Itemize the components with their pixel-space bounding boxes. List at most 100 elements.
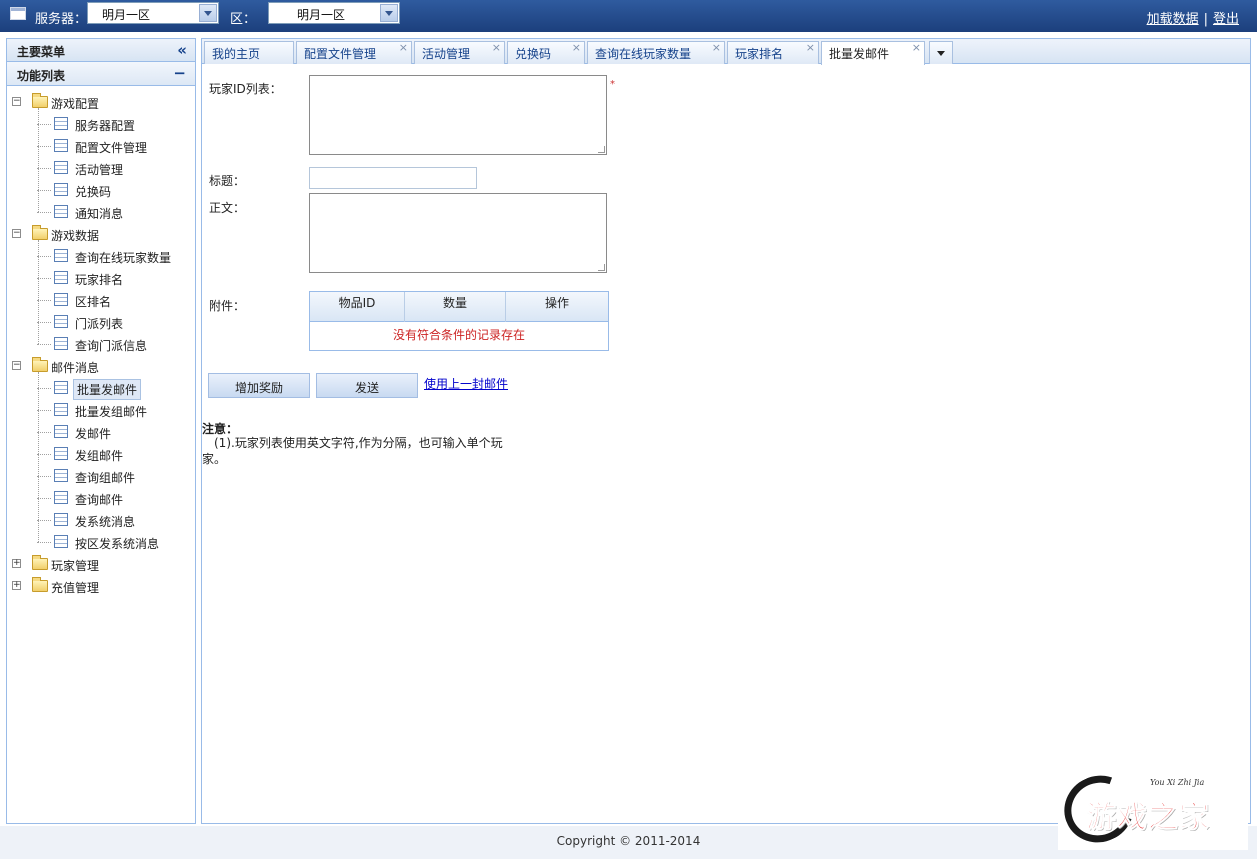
zone-select[interactable]: 明月一区 — [268, 2, 400, 24]
window-icon — [10, 7, 26, 20]
tree-connector — [37, 146, 51, 147]
tree-group[interactable]: + 玩家管理 — [7, 553, 195, 575]
sidebar-item-label: 查询邮件 — [75, 493, 124, 507]
sidebar-item-label: 按区发系统消息 — [75, 537, 160, 551]
table-icon — [54, 535, 68, 548]
sidebar-item-label: 区排名 — [75, 295, 112, 309]
sidebar-item[interactable]: 门派列表 — [7, 311, 195, 333]
folder-icon — [32, 357, 48, 372]
tree-group[interactable]: − 游戏数据 — [7, 223, 195, 245]
sidebar-item[interactable]: 发组邮件 — [7, 443, 195, 465]
close-icon[interactable]: × — [572, 41, 581, 54]
player-ids-textarea[interactable] — [309, 75, 607, 155]
sidebar-item[interactable]: 批量发组邮件 — [7, 399, 195, 421]
sidebar-item[interactable]: 查询邮件 — [7, 487, 195, 509]
sidebar-item[interactable]: 查询在线玩家数量 — [7, 245, 195, 267]
tab[interactable]: 批量发邮件 × — [821, 41, 925, 65]
tree-group[interactable]: − 游戏配置 — [7, 91, 195, 113]
tab-list-dropdown-icon[interactable] — [929, 41, 953, 64]
sidebar-item[interactable]: 区排名 — [7, 289, 195, 311]
collapse-toggle-icon[interactable]: − — [12, 229, 21, 238]
tree-group-label: 邮件消息 — [51, 361, 100, 375]
sidebar-item-label: 批量发邮件 — [73, 379, 142, 400]
server-select-value: 明月一区 — [102, 8, 151, 22]
use-last-mail-link[interactable]: 使用上一封邮件 — [424, 375, 508, 392]
tab[interactable]: 配置文件管理 × — [296, 41, 412, 64]
reload-data-link[interactable]: 加载数据 — [1147, 12, 1199, 27]
tab-label: 兑换码 — [515, 47, 552, 61]
sidebar-item[interactable]: 批量发邮件 — [7, 377, 195, 400]
function-list-header[interactable]: 功能列表 − — [7, 62, 195, 86]
add-reward-button[interactable]: 增加奖励 — [208, 373, 310, 398]
table-icon — [54, 183, 68, 196]
sidebar-item-label: 发系统消息 — [75, 515, 136, 529]
logout-link[interactable]: 登出 — [1213, 12, 1239, 27]
body-label: 正文： — [209, 201, 246, 215]
sidebar-item[interactable]: 查询组邮件 — [7, 465, 195, 487]
tree-connector — [38, 372, 39, 542]
table-icon — [54, 447, 68, 460]
sidebar-item-label: 批量发组邮件 — [75, 405, 148, 419]
column-header-action[interactable]: 操作 — [506, 292, 608, 322]
tab-label: 玩家排名 — [735, 47, 784, 61]
body-textarea[interactable] — [309, 193, 607, 273]
sidebar-item[interactable]: 服务器配置 — [7, 113, 195, 135]
tab-label: 我的主页 — [212, 47, 261, 61]
tree-connector — [37, 322, 51, 323]
title-input[interactable] — [309, 167, 477, 189]
table-icon — [54, 117, 68, 130]
close-icon[interactable]: × — [492, 41, 501, 54]
tree-connector — [37, 300, 51, 301]
sidebar-item[interactable]: 发系统消息 — [7, 509, 195, 531]
expand-toggle-icon[interactable]: + — [12, 581, 21, 590]
tab-label: 配置文件管理 — [304, 47, 377, 61]
tree-group[interactable]: + 充值管理 — [7, 575, 195, 597]
tab[interactable]: 玩家排名 × — [727, 41, 819, 64]
tree-connector — [37, 432, 51, 433]
column-header-item-id[interactable]: 物品ID — [310, 292, 405, 322]
sidebar-item[interactable]: 活动管理 — [7, 157, 195, 179]
tab-label: 活动管理 — [422, 47, 471, 61]
sidebar-item[interactable]: 查询门派信息 — [7, 333, 195, 355]
tab[interactable]: 我的主页 — [204, 41, 294, 64]
tree-connector — [37, 454, 51, 455]
sidebar-item-label: 通知消息 — [75, 207, 124, 221]
tree-group[interactable]: − 邮件消息 — [7, 355, 195, 377]
tab[interactable]: 查询在线玩家数量 × — [587, 41, 725, 64]
folder-icon — [32, 225, 48, 240]
close-icon[interactable]: × — [712, 41, 721, 54]
sidebar-item[interactable]: 配置文件管理 — [7, 135, 195, 157]
grid-header: 物品ID 数量 操作 — [310, 292, 608, 322]
sidebar-item[interactable]: 兑换码 — [7, 179, 195, 201]
minus-icon[interactable]: − — [173, 64, 186, 82]
chevron-down-icon[interactable] — [199, 4, 217, 22]
close-icon[interactable]: × — [912, 41, 921, 54]
top-bar: 服务器： 明月一区 区： 明月一区 加载数据 | 登出 — [0, 0, 1257, 32]
tree-connector — [37, 542, 51, 543]
sidebar-item[interactable]: 通知消息 — [7, 201, 195, 223]
table-icon — [54, 161, 68, 174]
send-button[interactable]: 发送 — [316, 373, 418, 398]
tab[interactable]: 兑换码 × — [507, 41, 585, 64]
collapse-toggle-icon[interactable]: − — [12, 97, 21, 106]
tree-connector — [37, 410, 51, 411]
table-icon — [54, 205, 68, 218]
sidebar-item-label: 发组邮件 — [75, 449, 124, 463]
title-label: 标题： — [209, 174, 246, 188]
sidebar-item[interactable]: 玩家排名 — [7, 267, 195, 289]
server-select[interactable]: 明月一区 — [87, 2, 219, 24]
sidebar-item-label: 发邮件 — [75, 427, 112, 441]
tab[interactable]: 活动管理 × — [414, 41, 505, 64]
tree-connector — [37, 190, 51, 191]
tab-strip: 批量发邮件 × 玩家排名 × 查询在线玩家数量 × 兑换码 × 活动管理 × 配置文件管理 × 我的主页 — [202, 39, 1250, 65]
sidebar-item[interactable]: 按区发系统消息 — [7, 531, 195, 553]
expand-toggle-icon[interactable]: + — [12, 559, 21, 568]
watermark-logo: You Xi Zhi Jia 游戏之家 — [1053, 764, 1248, 854]
collapse-toggle-icon[interactable]: − — [12, 361, 21, 370]
column-header-quantity[interactable]: 数量 — [405, 292, 506, 322]
close-icon[interactable]: × — [399, 41, 408, 54]
close-icon[interactable]: × — [806, 41, 815, 54]
chevron-down-icon[interactable] — [380, 4, 398, 22]
sidebar-item[interactable]: 发邮件 — [7, 421, 195, 443]
collapse-icon[interactable]: « — [177, 41, 187, 59]
